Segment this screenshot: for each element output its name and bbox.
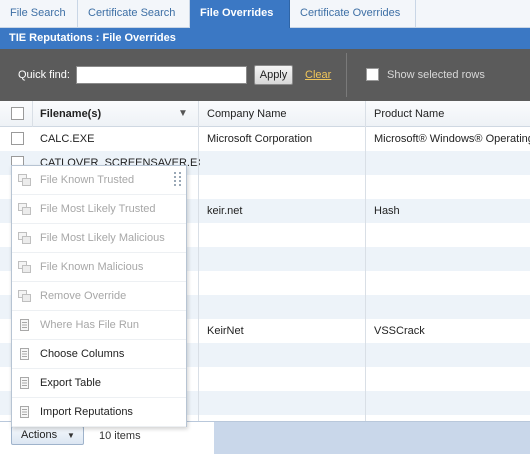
column-header-filename[interactable]: Filename(s) xyxy=(40,101,101,127)
column-divider xyxy=(198,101,199,421)
document-icon xyxy=(20,348,29,360)
company-cell xyxy=(207,151,362,175)
quick-find-input[interactable] xyxy=(76,66,247,84)
company-cell xyxy=(207,295,362,319)
items-count: 10 items xyxy=(99,430,141,442)
menu-item-label: Where Has File Run xyxy=(40,319,140,331)
menu-item-label: File Known Trusted xyxy=(40,174,135,186)
tab-file-overrides[interactable]: File Overrides xyxy=(190,0,290,28)
menu-item-label: Choose Columns xyxy=(40,348,125,360)
company-cell: keir.net xyxy=(207,205,243,217)
company-cell xyxy=(207,175,362,199)
menu-item-file-known-malicious[interactable]: File Known Malicious xyxy=(12,253,186,282)
menu-item-label: File Most Likely Malicious xyxy=(40,232,165,244)
menu-item-label: Remove Override xyxy=(40,290,127,302)
file-status-icon xyxy=(18,290,31,302)
tab-bar: File Search Certificate Search File Over… xyxy=(0,0,530,28)
file-status-icon xyxy=(18,174,31,186)
product-cell xyxy=(374,343,530,367)
menu-item-remove-override[interactable]: Remove Override xyxy=(12,282,186,311)
product-cell xyxy=(374,247,530,271)
clear-link[interactable]: Clear xyxy=(305,69,331,81)
company-cell xyxy=(207,343,362,367)
toolbar-divider xyxy=(346,53,347,97)
tab-file-search[interactable]: File Search xyxy=(0,0,78,28)
menu-item-choose-columns[interactable]: Choose Columns xyxy=(12,340,186,369)
company-cell xyxy=(207,271,362,295)
product-cell: VSSCrack xyxy=(374,325,425,337)
product-cell xyxy=(374,295,530,319)
page-title: TIE Reputations : File Overrides xyxy=(0,28,530,49)
footer-right xyxy=(214,421,530,454)
product-cell: Microsoft® Windows® Operating System xyxy=(374,133,530,145)
table-header: Filename(s) ▼ Company Name Product Name xyxy=(0,101,530,127)
row-checkbox[interactable] xyxy=(11,132,24,145)
product-cell xyxy=(374,391,530,415)
company-cell xyxy=(207,247,362,271)
document-icon xyxy=(20,377,29,389)
caret-down-icon: ▼ xyxy=(67,431,75,440)
menu-item-file-most-likely-malicious[interactable]: File Most Likely Malicious xyxy=(12,224,186,253)
menu-item-label: Export Table xyxy=(40,377,101,389)
table-row[interactable]: CALC.EXE Microsoft Corporation Microsoft® … xyxy=(0,127,530,151)
column-header-company[interactable]: Company Name xyxy=(207,101,286,127)
apply-button[interactable]: Apply xyxy=(254,65,293,85)
company-cell: Microsoft Corporation xyxy=(207,133,313,145)
product-cell xyxy=(374,175,530,199)
actions-button[interactable]: Actions ▼ xyxy=(11,426,84,445)
product-cell xyxy=(374,151,530,175)
show-selected-label: Show selected rows xyxy=(387,69,485,81)
file-status-icon xyxy=(18,203,31,215)
actions-label: Actions xyxy=(21,429,58,441)
document-icon xyxy=(20,406,29,418)
column-divider xyxy=(32,101,33,127)
toolbar: Quick find: Apply Clear Show selected ro… xyxy=(0,49,530,101)
document-icon xyxy=(20,319,29,331)
menu-item-where-has-file-run[interactable]: Where Has File Run xyxy=(12,311,186,340)
filename-cell: CALC.EXE xyxy=(40,133,95,145)
select-all-checkbox[interactable] xyxy=(11,107,24,120)
file-status-icon xyxy=(18,232,31,244)
product-cell xyxy=(374,223,530,247)
product-cell xyxy=(374,271,530,295)
company-cell: KeirNet xyxy=(207,325,244,337)
company-cell xyxy=(207,367,362,391)
menu-item-label: File Most Likely Trusted xyxy=(40,203,156,215)
menu-item-file-most-likely-trusted[interactable]: File Most Likely Trusted xyxy=(12,195,186,224)
file-status-icon xyxy=(18,261,31,273)
company-cell xyxy=(207,391,362,415)
show-selected-checkbox[interactable] xyxy=(366,68,379,81)
company-cell xyxy=(207,223,362,247)
column-divider xyxy=(365,101,366,421)
column-header-product[interactable]: Product Name xyxy=(374,101,444,127)
menu-item-label: Import Reputations xyxy=(40,406,133,418)
tab-certificate-overrides[interactable]: Certificate Overrides xyxy=(290,0,416,28)
product-cell: Hash xyxy=(374,205,400,217)
menu-item-export-table[interactable]: Export Table xyxy=(12,369,186,398)
menu-item-import-reputations[interactable]: Import Reputations xyxy=(12,398,186,427)
quick-find-label: Quick find: xyxy=(18,69,70,81)
drag-handle-icon[interactable] xyxy=(174,172,182,186)
menu-item-label: File Known Malicious xyxy=(40,261,144,273)
tab-certificate-search[interactable]: Certificate Search xyxy=(78,0,190,28)
actions-menu: File Known Trusted File Most Likely Trust… xyxy=(11,165,187,427)
menu-item-file-known-trusted[interactable]: File Known Trusted xyxy=(12,166,186,195)
sort-desc-icon[interactable]: ▼ xyxy=(178,101,188,127)
product-cell xyxy=(374,367,530,391)
